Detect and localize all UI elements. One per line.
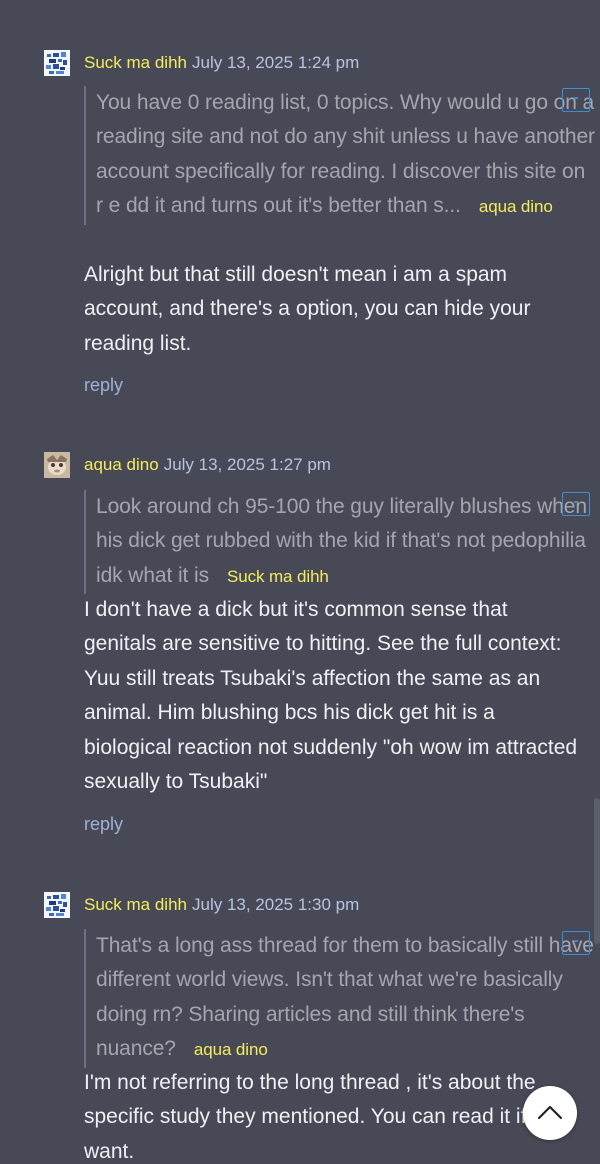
avatar[interactable]: [44, 50, 70, 76]
quote-author[interactable]: aqua dino: [194, 1040, 268, 1059]
comment-body: I don't have a dick but it's common sens…: [84, 598, 578, 794]
avatar[interactable]: [44, 892, 70, 918]
avatar[interactable]: [44, 452, 70, 478]
reply-link[interactable]: reply: [84, 814, 123, 835]
comment-author[interactable]: aqua dino: [84, 455, 159, 475]
scroll-to-top-button[interactable]: [523, 1086, 577, 1140]
comment-body: Alright but that still doesn't mean i am…: [84, 263, 531, 355]
scrollbar[interactable]: [594, 798, 600, 944]
comment-body: I'm not referring to the long thread , i…: [84, 1071, 567, 1163]
comment-author[interactable]: Suck ma dihh: [84, 895, 187, 915]
comment-timestamp[interactable]: July 13, 2025 1:30 pm: [192, 895, 359, 915]
quoted-comment: - You have 0 reading list, 0 topics. Why…: [84, 86, 596, 225]
quoted-comment: - That's a long ass thread for them to b…: [84, 929, 596, 1068]
quote-author[interactable]: aqua dino: [479, 197, 553, 216]
quote-text: That's a long ass thread for them to bas…: [96, 934, 594, 1061]
quoted-comment: - Look around ch 95-100 the guy literall…: [84, 490, 596, 595]
comment-header: aqua dino July 13, 2025 1:27 pm: [44, 452, 331, 478]
quote-text: Look around ch 95-100 the guy literally …: [96, 495, 587, 587]
reply-link[interactable]: reply: [84, 375, 123, 396]
collapse-quote-button[interactable]: -: [562, 492, 590, 516]
collapse-quote-button[interactable]: -: [562, 931, 590, 955]
quote-author[interactable]: Suck ma dihh: [227, 567, 329, 586]
comment-timestamp[interactable]: July 13, 2025 1:27 pm: [164, 455, 331, 475]
comment-header: Suck ma dihh July 13, 2025 1:30 pm: [44, 892, 359, 918]
chevron-up-icon: [537, 1105, 563, 1120]
comment-header: Suck ma dihh July 13, 2025 1:24 pm: [44, 50, 359, 76]
comment-timestamp[interactable]: July 13, 2025 1:24 pm: [192, 53, 359, 73]
collapse-quote-button[interactable]: -: [562, 88, 590, 112]
comments-page: Suck ma dihh July 13, 2025 1:24 pm - You…: [0, 0, 600, 1164]
comment-author[interactable]: Suck ma dihh: [84, 53, 187, 73]
